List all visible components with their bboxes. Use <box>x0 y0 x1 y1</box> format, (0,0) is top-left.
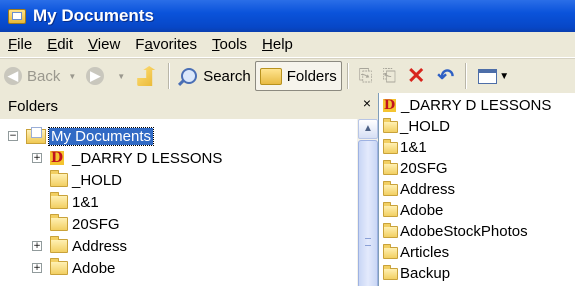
darry-d-icon: D <box>50 150 64 166</box>
menu-file[interactable]: File <box>0 36 39 53</box>
folder-tree: − My Documents + D _DARRY D LESSONS _HOL… <box>0 119 357 286</box>
list-item[interactable]: Adobe <box>383 200 443 221</box>
folders-icon <box>259 67 282 85</box>
folders-pane: Folders × − My Documents + D _DARRY D LE… <box>0 93 379 286</box>
folder-icon <box>383 243 398 259</box>
folder-window-icon <box>8 8 26 24</box>
tree-item-adobe[interactable]: + Adobe <box>32 257 115 279</box>
folders-pane-title: Folders <box>8 98 59 115</box>
tree-item-my-documents[interactable]: − My Documents <box>8 125 155 147</box>
toolbar-separator <box>465 63 468 89</box>
darry-d-icon: D <box>383 98 396 113</box>
delete-icon[interactable]: ✕ <box>407 63 425 89</box>
tree-item-label: Adobe <box>72 259 116 277</box>
standard-toolbar: ◀ Back ▼ ▶ ▼ Search Folders ⎘ ⎗ ✕ ↶ ▼ <box>0 58 575 94</box>
folder-icon <box>383 222 398 238</box>
list-item[interactable]: 20SFG <box>383 158 448 179</box>
folder-icon <box>50 214 68 231</box>
tree-item-label: My Documents <box>47 126 155 146</box>
folder-icon <box>383 117 398 133</box>
forward-arrow-icon: ▶ <box>86 67 105 85</box>
folder-icon <box>383 180 398 196</box>
tree-item-label: 1&1 <box>72 193 99 211</box>
title-bar[interactable]: My Documents <box>0 0 575 32</box>
list-item[interactable]: AdobeStockPhotos <box>383 221 528 242</box>
list-item-label: Articles <box>400 244 450 261</box>
folder-icon <box>383 138 398 154</box>
copy-to-icon[interactable]: ⎗ <box>382 66 396 86</box>
back-dropdown-icon[interactable]: ▼ <box>68 72 76 81</box>
list-item[interactable]: _HOLD <box>383 116 450 137</box>
scroll-grip-icon <box>365 238 371 246</box>
forward-dropdown-icon[interactable]: ▼ <box>117 72 125 81</box>
folders-label: Folders <box>286 67 337 85</box>
views-dropdown-icon[interactable]: ▼ <box>499 71 509 82</box>
tree-item-label: _DARRY D LESSONS <box>72 149 223 167</box>
list-item-label: _DARRY D LESSONS <box>401 97 552 114</box>
folder-icon <box>50 170 68 187</box>
tree-item-label: Address <box>72 237 128 255</box>
tree-item-label: 20SFG <box>72 215 120 233</box>
window-title: My Documents <box>33 6 154 25</box>
menu-bar: File Edit View Favorites Tools Help <box>0 32 575 58</box>
scroll-up-icon[interactable]: ▲ <box>358 119 378 139</box>
tree-item-1and1[interactable]: 1&1 <box>32 191 99 213</box>
list-item-label: Adobe <box>400 202 444 219</box>
menu-favorites[interactable]: Favorites <box>127 36 204 53</box>
expand-icon[interactable]: + <box>32 241 42 251</box>
list-item[interactable]: D _DARRY D LESSONS <box>383 95 551 116</box>
up-folder-icon[interactable] <box>137 66 156 86</box>
back-button[interactable]: ◀ Back <box>0 62 64 90</box>
toolbar-separator <box>346 63 349 89</box>
list-item[interactable]: Address <box>383 179 455 200</box>
menu-help[interactable]: Help <box>254 36 300 53</box>
my-documents-icon <box>26 126 46 144</box>
menu-view[interactable]: View <box>80 36 127 53</box>
tree-item-hold[interactable]: _HOLD <box>32 169 122 191</box>
explorer-window: My Documents File Edit View Favorites To… <box>0 0 575 286</box>
back-arrow-icon: ◀ <box>4 67 22 85</box>
expand-icon[interactable]: + <box>32 263 42 273</box>
tree-item-address[interactable]: + Address <box>32 235 127 257</box>
views-icon[interactable] <box>478 68 498 84</box>
search-label: Search <box>203 67 251 85</box>
scroll-thumb[interactable] <box>358 140 378 286</box>
forward-button[interactable]: ▶ <box>82 62 113 90</box>
expand-icon[interactable]: + <box>32 153 42 163</box>
undo-icon[interactable]: ↶ <box>437 64 454 89</box>
folder-icon <box>383 201 398 217</box>
toolbar-separator <box>168 63 171 89</box>
folders-button[interactable]: Folders <box>254 61 342 91</box>
tree-scrollbar[interactable]: ▲ <box>357 119 378 286</box>
list-item-label: Backup <box>400 265 451 282</box>
folder-icon <box>383 159 398 175</box>
contents-pane: D _DARRY D LESSONS _HOLD 1&1 20SFG Addre… <box>379 93 575 286</box>
search-button[interactable]: Search <box>175 62 255 90</box>
menu-edit[interactable]: Edit <box>39 36 80 53</box>
search-icon <box>181 68 198 84</box>
folder-icon <box>50 192 68 209</box>
folder-icon <box>50 236 68 253</box>
tree-item-label: _HOLD <box>72 171 123 189</box>
menu-tools[interactable]: Tools <box>204 36 254 53</box>
tree-item-20sfg[interactable]: 20SFG <box>32 213 120 235</box>
list-item-label: Address <box>400 181 456 198</box>
list-item-label: AdobeStockPhotos <box>400 223 528 240</box>
list-item[interactable]: Backup <box>383 263 450 284</box>
list-item[interactable]: Articles <box>383 242 449 263</box>
list-item-label: _HOLD <box>400 118 451 135</box>
move-to-icon[interactable]: ⎘ <box>359 66 373 86</box>
folders-pane-header: Folders × <box>0 93 378 119</box>
folder-icon <box>50 258 68 275</box>
back-label: Back <box>27 67 61 85</box>
list-item[interactable]: 1&1 <box>383 137 427 158</box>
collapse-icon[interactable]: − <box>8 131 18 141</box>
folder-icon <box>383 264 398 280</box>
list-item-label: 20SFG <box>400 160 448 177</box>
tree-item-darry-d-lessons[interactable]: + D _DARRY D LESSONS <box>32 147 222 169</box>
list-item-label: 1&1 <box>400 139 427 156</box>
close-pane-icon[interactable]: × <box>363 95 371 111</box>
